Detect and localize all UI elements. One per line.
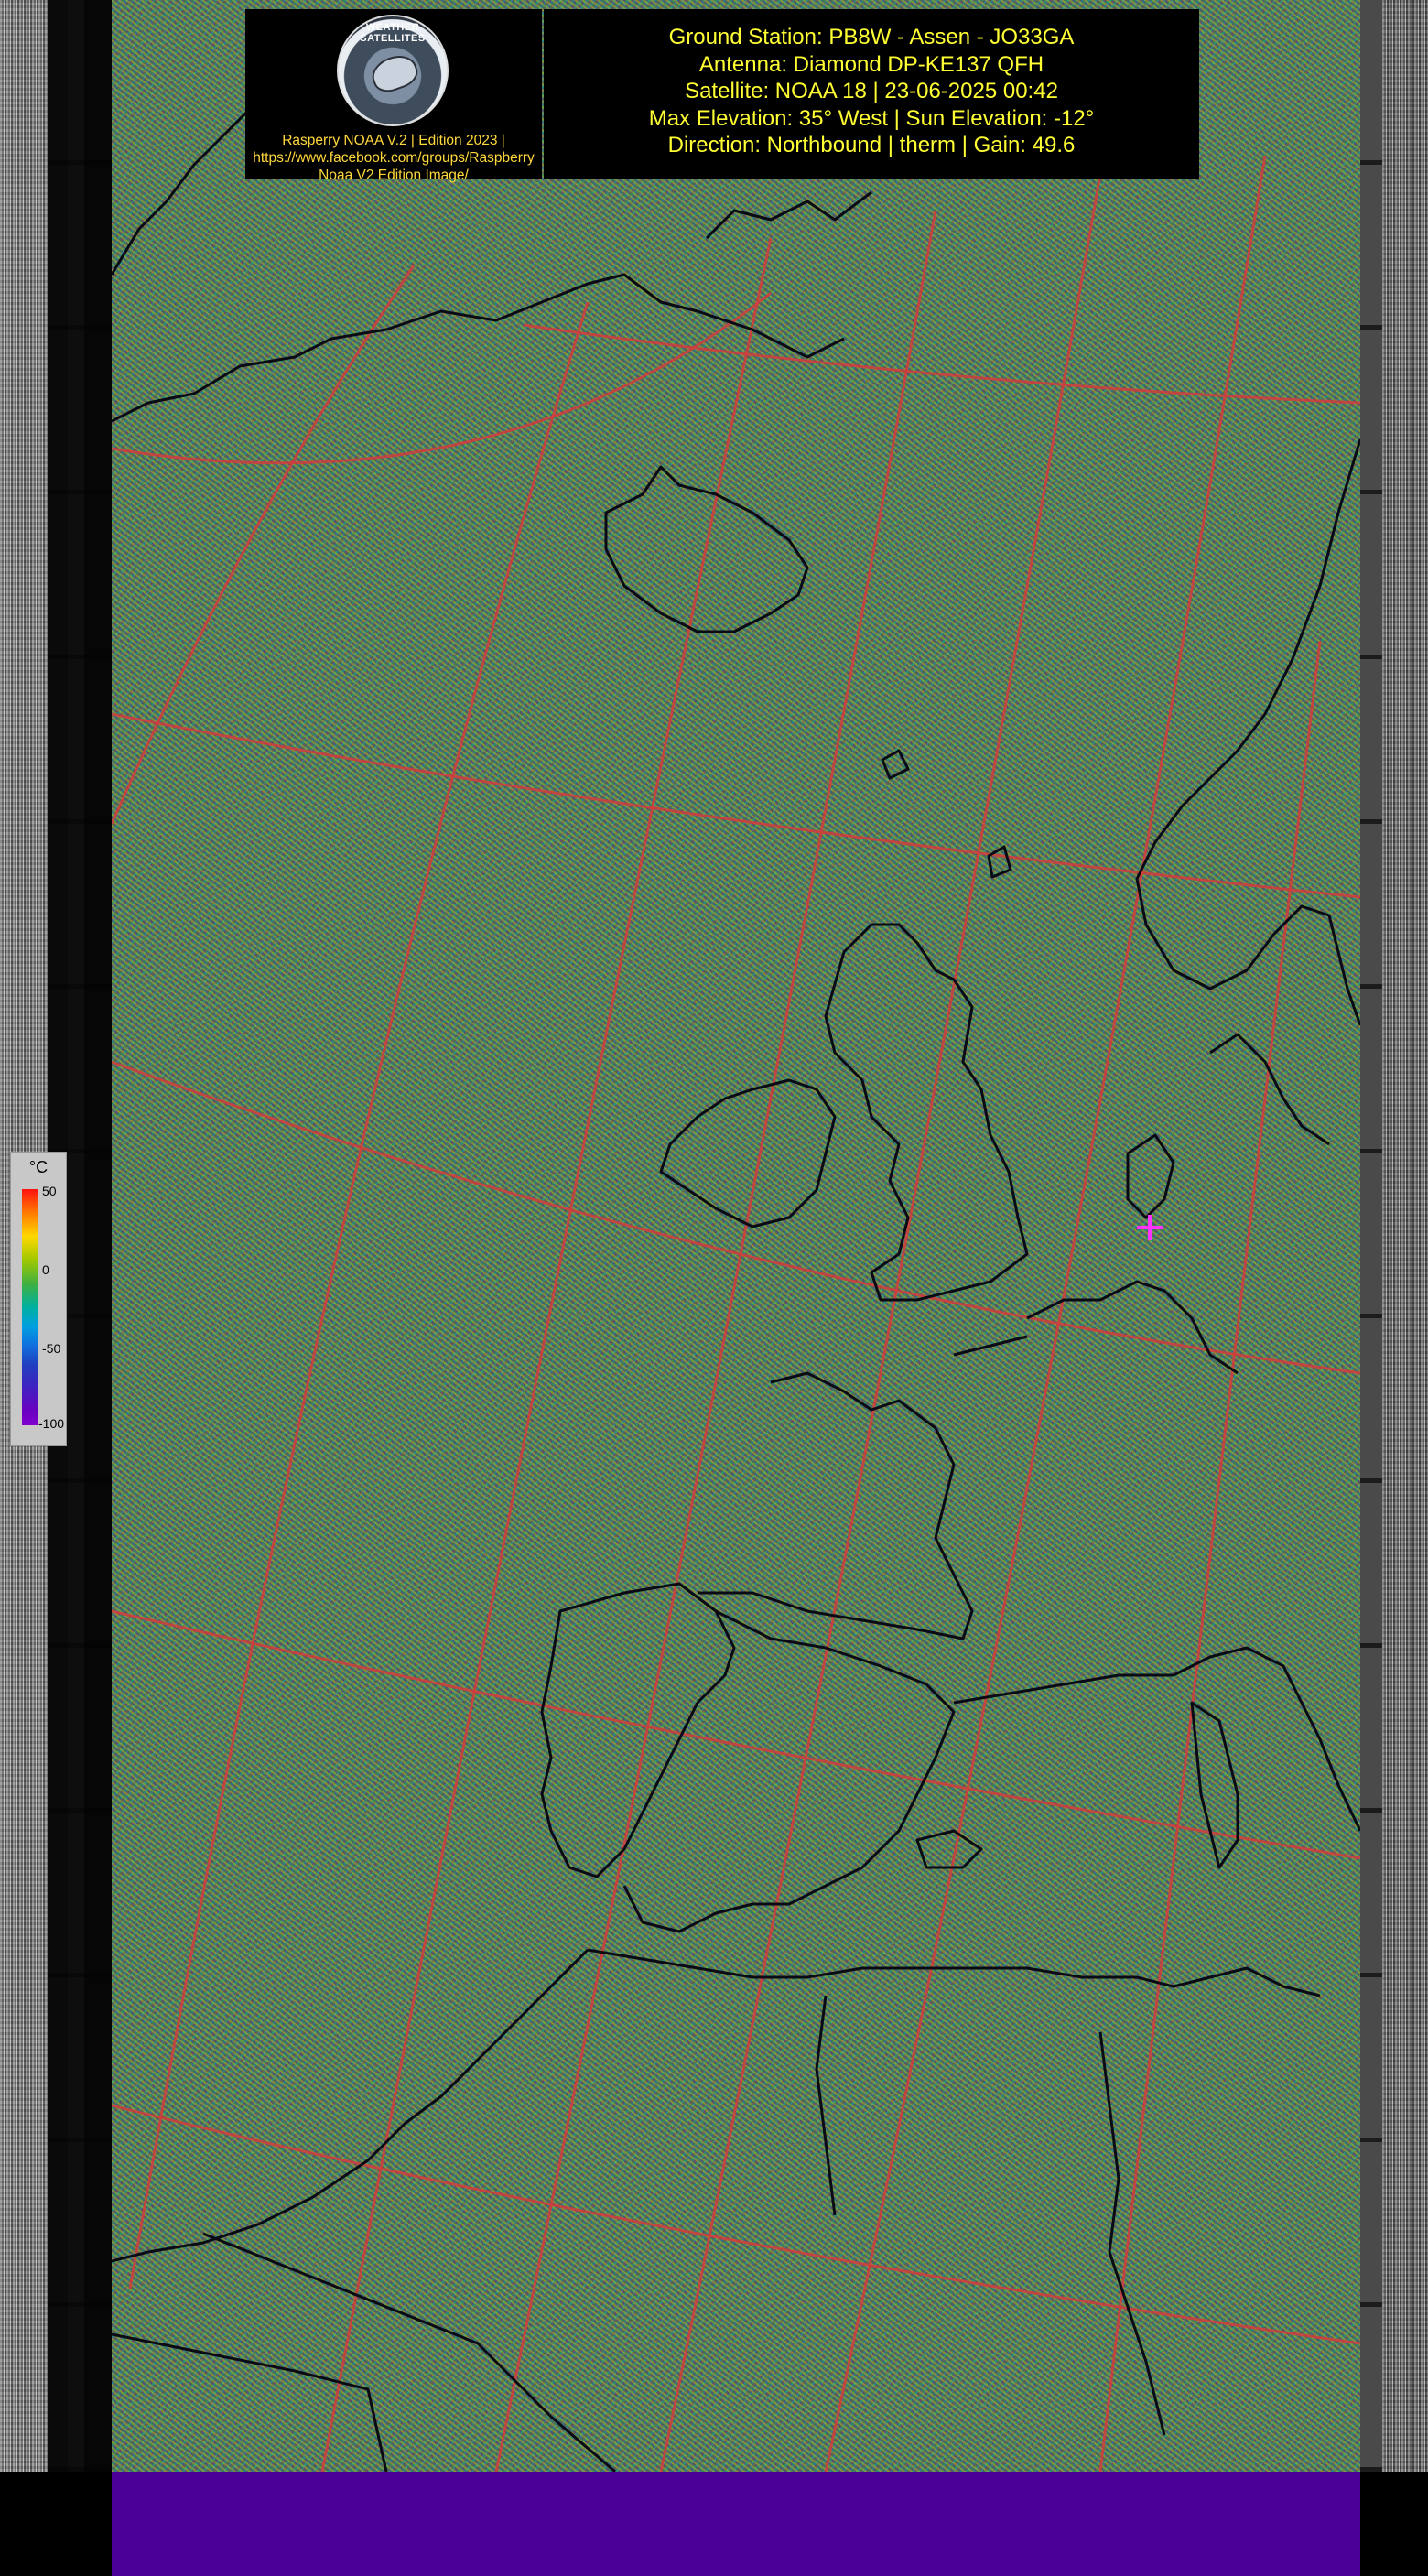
great-britain-coast [824,923,1029,1302]
credits-line-3: Noaa V2 Edition Image/ [319,168,469,183]
scandinavia-coast [1135,438,1360,1026]
balearic-coast [915,1829,983,1869]
border-line-1 [1098,2031,1166,2436]
credits-text: Rasperry NOAA V.2 | Edition 2023 | https… [245,132,542,184]
header-credits-panel: WEATHER SATELLITES Rasperry NOAA V.2 | E… [245,9,542,183]
denmark-coast [1126,1133,1175,1219]
mediterranean-coast [953,1646,1360,1832]
france-coast [698,1371,974,1640]
credits-line-2: https://www.facebook.com/groups/Raspberr… [253,150,535,166]
ground-station-line: Ground Station: PB8W - Assen - JO33GA [668,25,1075,49]
bottom-band [112,2472,1360,2576]
greenland-coast [112,273,845,423]
legend-tick-minus-100: -100 [38,1416,65,1431]
portugal-coast [540,1582,736,1878]
legend-tick-minus-50: -50 [42,1341,61,1356]
latitude-lines [112,291,1360,2345]
antenna-line: Antenna: Diamond DP-KE137 QFH [698,51,1044,77]
ireland-coast [659,1078,837,1228]
telemetry-strip-right [1360,0,1382,2472]
elevation-line: Max Elevation: 35° West | Sun Elevation:… [648,105,1095,131]
direction-line: Direction: Northbound | therm | Gain: 49… [667,133,1076,157]
border-line-2 [815,1995,837,2216]
sync-strip-right [1382,0,1428,2472]
legend-color-bar [22,1189,38,1425]
spain-coast [622,1609,956,1933]
credits-line-1: Rasperry NOAA V.2 | Edition 2023 | [282,133,505,148]
legend-tick-50: 50 [42,1184,57,1198]
satellite-image [112,0,1360,2472]
weather-satellites-logo-icon: WEATHER SATELLITES [337,15,449,126]
legend-unit: °C [28,1158,49,1176]
satellite-dish-icon [367,49,422,97]
legend-tick-0: 0 [42,1262,49,1277]
header-pass-info-panel: Ground Station: PB8W - Assen - JO33GA An… [544,9,1199,179]
longitude-lines [112,155,1322,2472]
temperature-legend: °C 50 0 -50 -100 [10,1152,67,1446]
map-overlay [112,63,1360,2472]
ground-station-cross-icon [1137,1215,1163,1240]
border-line-3 [202,2232,616,2472]
satellite-line: Satellite: NOAA 18 | 23-06-2025 00:42 [685,79,1058,103]
north-africa-coast [587,1948,1321,1997]
logo-label: WEATHER SATELLITES [360,22,426,44]
corsica-sardinia-coast [1190,1701,1239,1869]
